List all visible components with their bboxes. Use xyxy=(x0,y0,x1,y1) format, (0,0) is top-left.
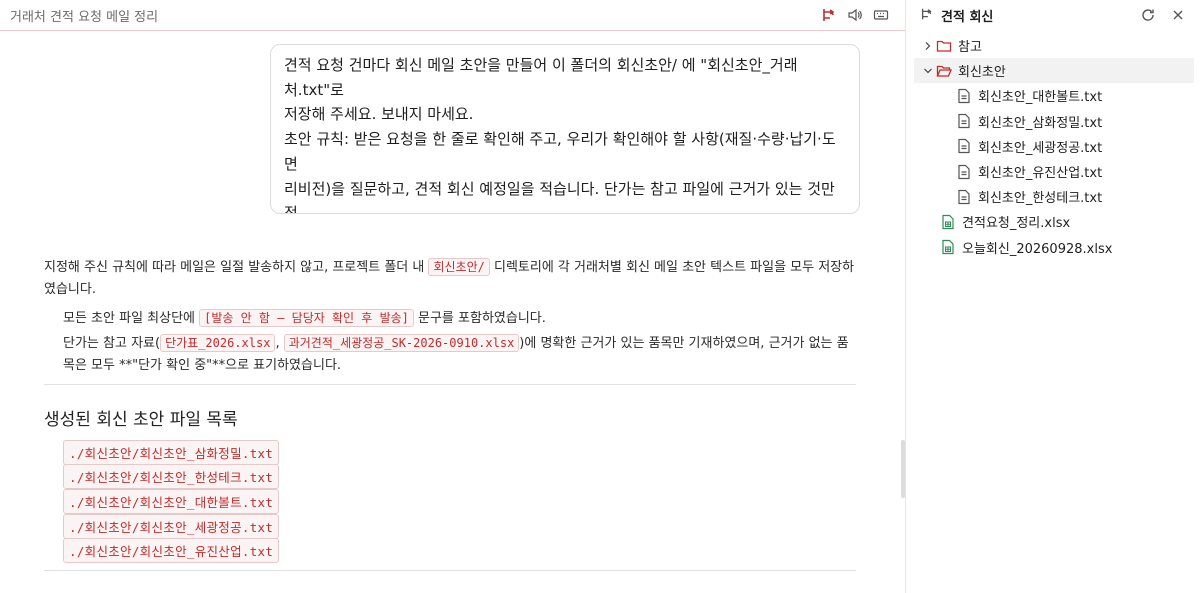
tree-label: 회신초안_대한볼트.txt xyxy=(978,90,1103,106)
file-path-code: ./회신초안/회신초안_세광정공.txt xyxy=(63,513,280,539)
explorer-actions xyxy=(1138,5,1188,25)
file-text-icon xyxy=(955,138,973,154)
branch-icon[interactable] xyxy=(819,5,839,25)
file-path-code: ./회신초안/회신초안_대한볼트.txt xyxy=(63,488,280,514)
bullet-text: 모든 초안 파일 최상단에 xyxy=(63,311,200,326)
file-list: ./회신초안/회신초안_삼화정밀.txt ./회신초안/회신초안_한성테크.tx… xyxy=(44,439,856,564)
spreadsheet-icon xyxy=(939,239,957,255)
tree-label: 회신초안_유진산업.txt xyxy=(978,166,1103,182)
past-quote-code: 과거견적_세광정공_SK-2026-0910.xlsx xyxy=(283,334,520,352)
tree-file[interactable]: 회신초안_대한볼트.txt xyxy=(906,83,1200,108)
tree-file[interactable]: 회신초안_세광정공.txt xyxy=(906,134,1200,159)
assistant-answer: 지정해 주신 규칙에 따라 메일은 일절 발송하지 않고, 프로젝트 폴더 내 … xyxy=(44,256,856,571)
tree-label: 참고 xyxy=(958,40,982,56)
tree-label: 견적요청_정리.xlsx xyxy=(962,216,1071,232)
tree-file[interactable]: 회신초안_유진산업.txt xyxy=(906,159,1200,184)
spreadsheet-icon xyxy=(939,214,957,230)
tree-file[interactable]: 회신초안_한성테크.txt xyxy=(906,184,1200,209)
tree-file[interactable]: 회신초안_삼화정밀.txt xyxy=(906,109,1200,134)
file-path-code: ./회신초안/회신초안_한성테크.txt xyxy=(63,464,280,490)
chat-header: 거래처 견적 요청 메일 정리 xyxy=(0,0,905,31)
file-text-icon xyxy=(955,189,973,205)
close-icon[interactable] xyxy=(1168,5,1188,25)
keyboard-icon[interactable] xyxy=(871,5,891,25)
no-send-code: [발송 안 함 — 담당자 확인 후 발송] xyxy=(199,309,414,327)
chevron-down-icon xyxy=(921,66,935,76)
tree-label: 회신초안_세광정공.txt xyxy=(978,140,1103,156)
divider xyxy=(44,569,856,571)
branch-icon xyxy=(920,6,934,25)
explorer-title: 견적 회신 xyxy=(941,10,994,25)
list-item: ./회신초안/회신초안_대한볼트.txt xyxy=(63,488,856,514)
file-explorer: 견적 회신 참고 회신초안 회신초안_대한볼트.txt 회신초안_삼화정밀.tx… xyxy=(906,0,1200,593)
file-text-icon xyxy=(955,113,973,129)
header-toolbar xyxy=(819,5,891,25)
bullet-text: 문구를 포함하였습니다. xyxy=(413,311,546,326)
bullet-text: 단가는 참고 자료( xyxy=(63,336,161,351)
chat-pane: 거래처 견적 요청 메일 정리 견적 요청 건마다 회신 메일 초안을 만들어 … xyxy=(0,0,905,593)
speaker-icon[interactable] xyxy=(845,5,865,25)
tree-file[interactable]: 견적요청_정리.xlsx xyxy=(906,209,1200,234)
bullet-header-note: 모든 초안 파일 최상단에 [발송 안 함 — 담당자 확인 후 발송] 문구를… xyxy=(63,307,856,330)
section-title: 생성된 회신 초안 파일 목록 xyxy=(44,410,238,430)
answer-text: 지정해 주신 규칙에 따라 메일은 일절 발송하지 않고, 프로젝트 폴더 내 xyxy=(44,260,429,275)
refresh-icon[interactable] xyxy=(1138,5,1158,25)
explorer-header: 견적 회신 xyxy=(906,0,1200,31)
bullet-price-note: 단가는 참고 자료(단가표_2026.xlsx, 과거견적_세광정공_SK-20… xyxy=(63,332,856,377)
folder-icon xyxy=(935,39,953,53)
divider xyxy=(44,384,856,385)
list-item: ./회신초안/회신초안_삼화정밀.txt xyxy=(63,439,856,465)
tree-label: 회신초안_한성테크.txt xyxy=(978,191,1103,207)
list-item: ./회신초안/회신초안_한성테크.txt xyxy=(63,464,856,490)
chat-title: 거래처 견적 요청 메일 정리 xyxy=(10,9,159,25)
answer-paragraph: 지정해 주신 규칙에 따라 메일은 일절 발송하지 않고, 프로젝트 폴더 내 … xyxy=(44,256,856,301)
list-item: ./회신초안/회신초안_유진산업.txt xyxy=(63,538,856,564)
file-tree: 참고 회신초안 회신초안_대한볼트.txt 회신초안_삼화정밀.txt 회신초안… xyxy=(906,33,1200,260)
tree-folder-chamgo[interactable]: 참고 xyxy=(906,33,1200,58)
tree-label: 회신초안 xyxy=(958,65,1006,81)
file-path-code: ./회신초안/회신초안_삼화정밀.txt xyxy=(63,439,280,465)
folder-code: 회신초안/ xyxy=(428,258,490,276)
file-text-icon xyxy=(955,164,973,180)
tree-file[interactable]: 오늘회신_20260928.xlsx xyxy=(906,235,1200,260)
tree-folder-reply-drafts[interactable]: 회신초안 xyxy=(914,58,1194,84)
file-text-icon xyxy=(955,88,973,104)
user-message-bubble: 견적 요청 건마다 회신 메일 초안을 만들어 이 폴더의 회신초안/ 에 "회… xyxy=(270,44,860,214)
folder-open-icon xyxy=(935,64,953,78)
tree-label: 오늘회신_20260928.xlsx xyxy=(962,241,1113,257)
tree-label: 회신초안_삼화정밀.txt xyxy=(978,115,1103,131)
file-path-code: ./회신초안/회신초안_유진산업.txt xyxy=(63,538,280,564)
price-table-code: 단가표_2026.xlsx xyxy=(160,334,276,352)
separator-text: , xyxy=(275,336,284,351)
list-item: ./회신초안/회신초안_세광정공.txt xyxy=(63,513,856,539)
chevron-right-icon xyxy=(921,41,935,51)
answer-bullets: 모든 초안 파일 최상단에 [발송 안 함 — 담당자 확인 후 발송] 문구를… xyxy=(44,307,856,377)
